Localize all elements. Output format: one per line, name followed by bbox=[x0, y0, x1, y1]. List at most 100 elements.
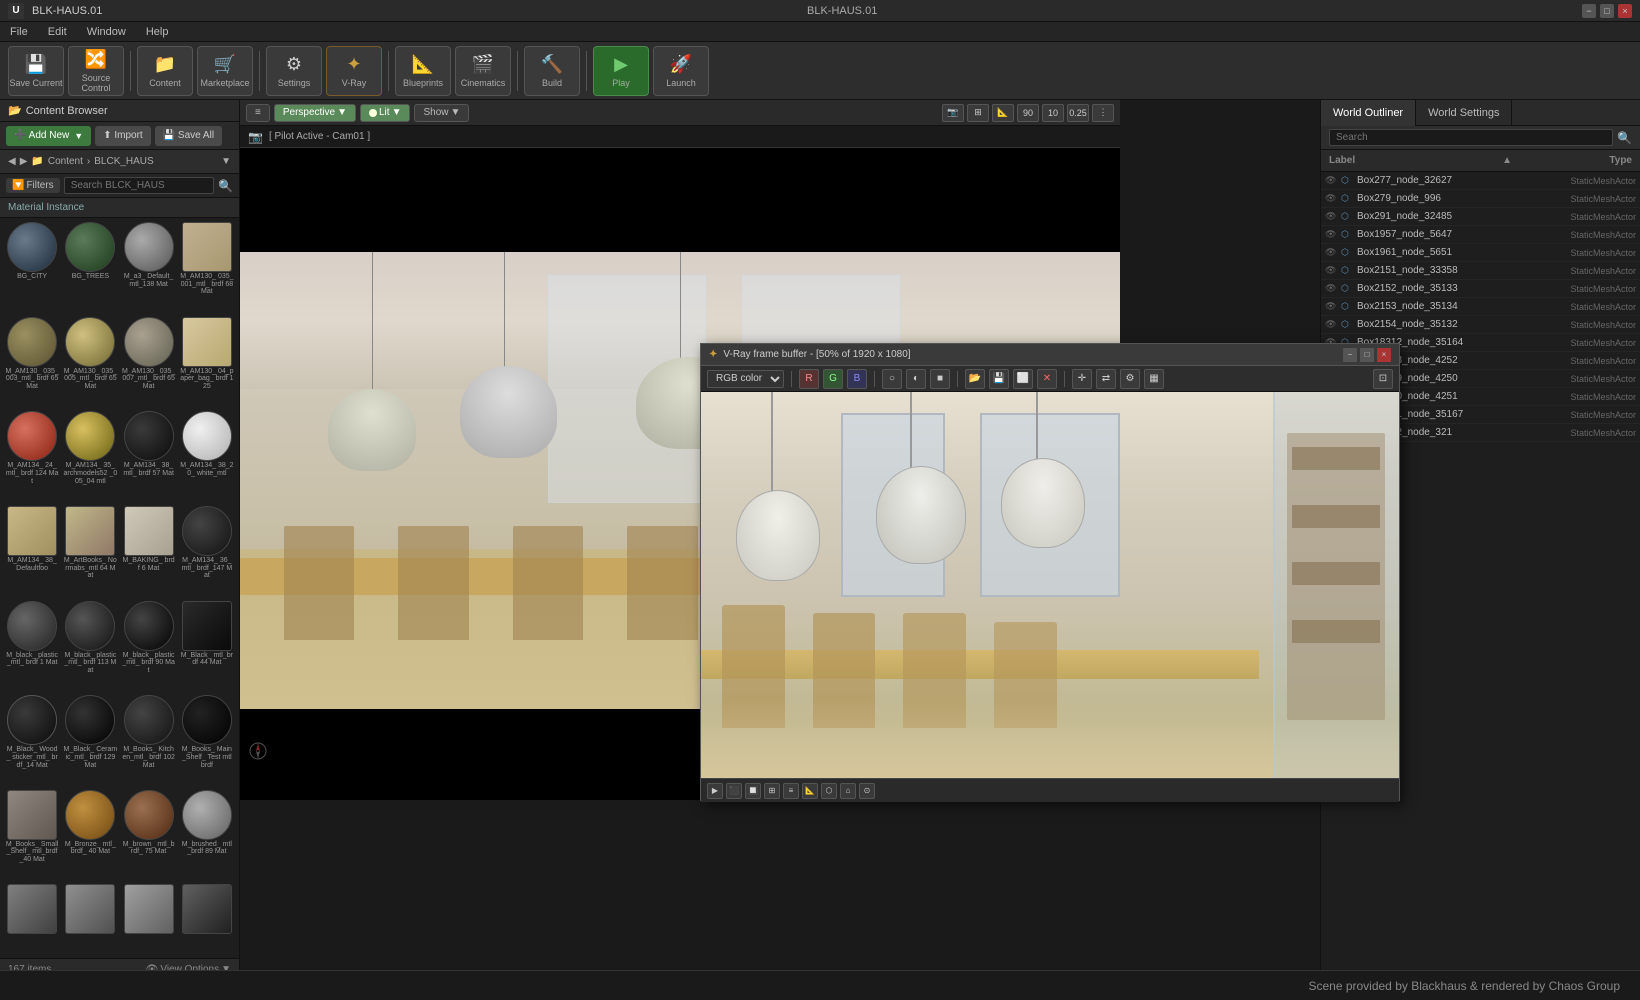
world-settings-tab[interactable]: World Settings bbox=[1416, 100, 1512, 126]
perspective-button[interactable]: Perspective ▼ bbox=[274, 104, 356, 122]
search-input[interactable] bbox=[64, 177, 214, 194]
outliner-search-icon[interactable]: 🔍 bbox=[1617, 131, 1632, 145]
table-row[interactable]: 👁 ⬡ Box291_node_32485 StaticMeshActor bbox=[1321, 208, 1640, 226]
list-item[interactable]: M_black_ plastic_mtl_ brdf 113 Mat bbox=[62, 601, 118, 694]
breadcrumb-project[interactable]: BLCK_HAUS bbox=[94, 156, 153, 167]
vray-bottom-btn-5[interactable]: ≡ bbox=[783, 783, 799, 799]
table-row[interactable]: 👁 ⬡ Box1961_node_5651 StaticMeshActor bbox=[1321, 244, 1640, 262]
list-item[interactable]: M_Books_ Kitchen_mtl_ brdf 102 Mat bbox=[121, 695, 177, 788]
play-button[interactable]: ▶ Play bbox=[593, 46, 649, 96]
table-row[interactable]: 👁 ⬡ Box279_node_996 StaticMeshActor bbox=[1321, 190, 1640, 208]
marketplace-button[interactable]: 🛒 Marketplace bbox=[197, 46, 253, 96]
save-current-button[interactable]: 💾 Save Current bbox=[8, 46, 64, 96]
vray-btn-g[interactable]: G bbox=[823, 369, 843, 389]
maximize-button[interactable]: □ bbox=[1600, 4, 1614, 18]
content-browser-tab[interactable]: 📂 Content Browser bbox=[0, 100, 239, 122]
list-item[interactable]: M_ArtBooks_ Normabs_mtl 64 Mat bbox=[62, 506, 118, 599]
show-button[interactable]: Show ▼ bbox=[414, 104, 469, 122]
list-item[interactable]: M_black_ plastic_mtl_ brdf 90 Mat bbox=[121, 601, 177, 694]
save-all-button[interactable]: 💾 Save All bbox=[155, 126, 222, 146]
vray-btn-b[interactable]: B bbox=[847, 369, 867, 389]
list-item[interactable]: M_AM134_ 35_ archmodels52 _005_04 mtl bbox=[62, 411, 118, 504]
vray-bottom-btn-7[interactable]: ⬡ bbox=[821, 783, 837, 799]
blueprints-button[interactable]: 📐 Blueprints bbox=[395, 46, 451, 96]
world-outliner-tab[interactable]: World Outliner bbox=[1321, 100, 1416, 126]
visibility-icon[interactable]: 👁 bbox=[1325, 229, 1339, 240]
table-row[interactable]: 👁 ⬡ Box2151_node_33358 StaticMeshActor bbox=[1321, 262, 1640, 280]
vray-minimize-button[interactable]: − bbox=[1343, 348, 1357, 362]
table-row[interactable]: 👁 ⬡ Box2153_node_35134 StaticMeshActor bbox=[1321, 298, 1640, 316]
sort-icon[interactable]: ▲ bbox=[1502, 155, 1512, 166]
list-item[interactable]: M_AM134_ 36_mtl_ brdf_147 Mat bbox=[179, 506, 235, 599]
list-item[interactable]: M_AM130_ 035_001_mtl_ brdf 68 Mat bbox=[179, 222, 235, 315]
add-new-button[interactable]: ➕ Add New ▼ bbox=[6, 126, 91, 146]
list-item[interactable] bbox=[179, 884, 235, 954]
breadcrumb-back-icon[interactable]: ◀ bbox=[8, 156, 16, 167]
list-item[interactable]: M_AM130_ 04_paper_bag_ brdf 125 bbox=[179, 317, 235, 410]
table-row[interactable]: 👁 ⬡ Box1957_node_5647 StaticMeshActor bbox=[1321, 226, 1640, 244]
visibility-icon[interactable]: 👁 bbox=[1325, 301, 1339, 312]
list-item[interactable]: BG_TREES bbox=[62, 222, 118, 315]
list-item[interactable]: M_BAKING_ brdf 6 Mat bbox=[121, 506, 177, 599]
breadcrumb-content[interactable]: Content bbox=[48, 156, 83, 167]
visibility-icon[interactable]: 👁 bbox=[1325, 283, 1339, 294]
outliner-search-input[interactable] bbox=[1329, 129, 1613, 146]
settings-button[interactable]: ⚙ Settings bbox=[266, 46, 322, 96]
filters-button[interactable]: 🔽 Filters bbox=[6, 178, 60, 193]
menu-window[interactable]: Window bbox=[83, 24, 130, 40]
list-item[interactable]: M_brushed_ mtl_brdf 89 Mat bbox=[179, 790, 235, 883]
color-mode-select[interactable]: RGB color bbox=[707, 370, 784, 388]
table-row[interactable]: 👁 ⬡ Box2152_node_35133 StaticMeshActor bbox=[1321, 280, 1640, 298]
viewport-snap-btn[interactable]: 📐 bbox=[992, 104, 1014, 122]
table-row[interactable]: 👁 ⬡ Box277_node_32627 StaticMeshActor bbox=[1321, 172, 1640, 190]
vray-btn-histogram[interactable]: ▦ bbox=[1144, 369, 1164, 389]
vray-btn-frame[interactable]: ⬜ bbox=[1013, 369, 1033, 389]
list-item[interactable]: M_AM134_ 38_20_ white_mtl bbox=[179, 411, 235, 504]
menu-file[interactable]: File bbox=[6, 24, 32, 40]
viewport-camera-btn[interactable]: 📷 bbox=[942, 104, 964, 122]
vray-btn-settings[interactable]: ⚙ bbox=[1120, 369, 1140, 389]
viewport-menu-button[interactable]: ≡ bbox=[246, 104, 270, 122]
list-item[interactable]: M_AM134_ 38_mtl_ brdf 57 Mat bbox=[121, 411, 177, 504]
vray-btn-save[interactable]: 💾 bbox=[989, 369, 1009, 389]
vray-zoom-fit[interactable]: ⊡ bbox=[1373, 369, 1393, 389]
list-item[interactable] bbox=[4, 884, 60, 954]
build-button[interactable]: 🔨 Build bbox=[524, 46, 580, 96]
list-item[interactable]: M_Bronze_ mtl_brdf_ 40 Mat bbox=[62, 790, 118, 883]
cinematics-button[interactable]: 🎬 Cinematics bbox=[455, 46, 511, 96]
vray-bottom-btn-4[interactable]: ⊞ bbox=[764, 783, 780, 799]
list-item[interactable]: M_AM134_ 24_mtl_ brdf 124 Mat bbox=[4, 411, 60, 504]
vray-bottom-btn-9[interactable]: ⊙ bbox=[859, 783, 875, 799]
visibility-icon[interactable]: 👁 bbox=[1325, 319, 1339, 330]
list-item[interactable]: M_AM130_ 035_005_mtl_ brdf 65 Mat bbox=[62, 317, 118, 410]
list-item[interactable]: M_black_ plastic_mtl_ brdf 1 Mat bbox=[4, 601, 60, 694]
vray-maximize-button[interactable]: □ bbox=[1360, 348, 1374, 362]
launch-button[interactable]: 🚀 Launch bbox=[653, 46, 709, 96]
visibility-icon[interactable]: 👁 bbox=[1325, 175, 1339, 186]
list-item[interactable]: BG_CITY bbox=[4, 222, 60, 315]
list-item[interactable]: M_Books_ Small_Shelf_ mtl_brdf_40 Mat bbox=[4, 790, 60, 883]
vray-btn-crosshair[interactable]: ✛ bbox=[1072, 369, 1092, 389]
breadcrumb-forward-icon[interactable]: ▶ bbox=[20, 156, 28, 167]
vray-bottom-btn-2[interactable]: ⬛ bbox=[726, 783, 742, 799]
list-item[interactable] bbox=[62, 884, 118, 954]
vray-bottom-btn-8[interactable]: ⌂ bbox=[840, 783, 856, 799]
list-item[interactable]: M_AM134_ 38_ Defaultfoo bbox=[4, 506, 60, 599]
vray-button[interactable]: ✦ V-Ray bbox=[326, 46, 382, 96]
vray-btn-circle[interactable]: ○ bbox=[882, 369, 902, 389]
list-item[interactable]: M_Books_ Main_Shelf_ Test mtl brdf bbox=[179, 695, 235, 788]
menu-help[interactable]: Help bbox=[142, 24, 173, 40]
list-item[interactable]: M_Black_ mtl_brdf 44 Mat bbox=[179, 601, 235, 694]
vray-btn-transfer[interactable]: ⇄ bbox=[1096, 369, 1116, 389]
menu-edit[interactable]: Edit bbox=[44, 24, 71, 40]
source-control-button[interactable]: 🔀 Source Control bbox=[68, 46, 124, 96]
visibility-icon[interactable]: 👁 bbox=[1325, 211, 1339, 222]
vray-render-area[interactable]: ▶ ⬛ 🔲 ⊞ ≡ 📐 ⬡ ⌂ ⊙ bbox=[701, 392, 1399, 802]
lit-button[interactable]: Lit ▼ bbox=[360, 104, 410, 122]
list-item[interactable] bbox=[121, 884, 177, 954]
viewport-grid-btn[interactable]: ⊞ bbox=[967, 104, 989, 122]
vray-btn-close[interactable]: ✕ bbox=[1037, 369, 1057, 389]
visibility-icon[interactable]: 👁 bbox=[1325, 193, 1339, 204]
visibility-icon[interactable]: 👁 bbox=[1325, 265, 1339, 276]
close-button[interactable]: × bbox=[1618, 4, 1632, 18]
